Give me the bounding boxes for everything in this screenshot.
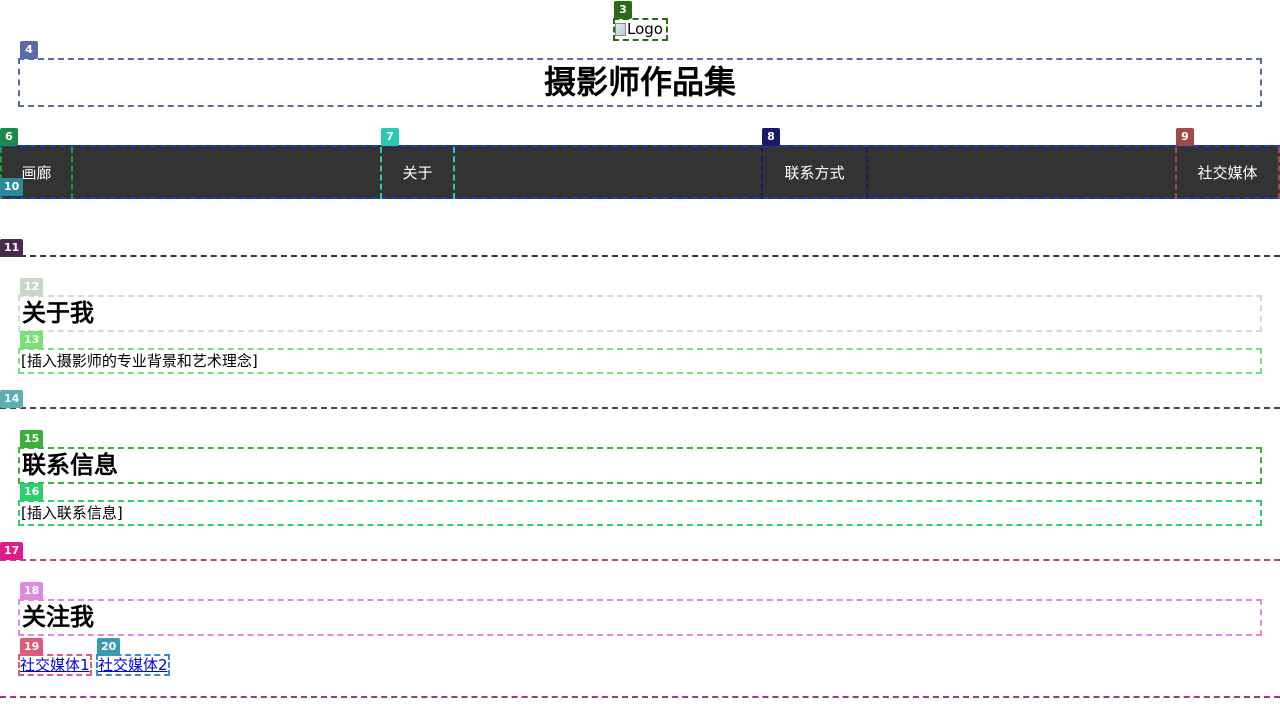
annotation-tag: 8 bbox=[762, 128, 780, 146]
annotation-tag: 12 bbox=[20, 278, 44, 296]
nav-item-social[interactable]: 社交媒体 bbox=[1175, 147, 1280, 199]
contact-heading: 联系信息 bbox=[18, 447, 1262, 484]
social-link-2[interactable]: 社交媒体2 bbox=[96, 654, 170, 676]
about-heading: 关于我 bbox=[18, 295, 1262, 332]
annotation-tag: 20 bbox=[97, 638, 121, 656]
main-nav: 画廊 关于 联系方式 社交媒体 bbox=[0, 145, 1280, 199]
annotation-tag: 4 bbox=[20, 41, 38, 59]
nav-item-about[interactable]: 关于 bbox=[380, 147, 455, 199]
contact-section-divider bbox=[0, 407, 1280, 409]
annotation-tag: 11 bbox=[0, 239, 24, 257]
annotation-tag: 16 bbox=[20, 483, 44, 501]
annotation-tag: 18 bbox=[20, 582, 44, 600]
annotation-tag: 10 bbox=[0, 178, 24, 196]
contact-text: [插入联系信息] bbox=[18, 500, 1262, 526]
annotation-tag: 19 bbox=[20, 638, 44, 656]
logo-image: Logo bbox=[613, 18, 668, 41]
broken-image-icon bbox=[615, 23, 626, 36]
annotation-tag: 7 bbox=[381, 128, 399, 146]
annotation-tag: 9 bbox=[1176, 128, 1194, 146]
about-section-divider bbox=[0, 255, 1280, 257]
page-bottom-divider bbox=[0, 696, 1280, 698]
annotation-tag: 14 bbox=[0, 390, 24, 408]
about-text: [插入摄影师的专业背景和艺术理念] bbox=[18, 348, 1262, 374]
nav-item-contact[interactable]: 联系方式 bbox=[761, 147, 868, 199]
page-title: 摄影师作品集 bbox=[18, 58, 1262, 107]
social-heading: 关注我 bbox=[18, 599, 1262, 636]
annotation-tag: 15 bbox=[20, 430, 44, 448]
social-link-1[interactable]: 社交媒体1 bbox=[18, 654, 92, 676]
social-section-divider bbox=[0, 559, 1280, 561]
annotation-tag: 6 bbox=[0, 128, 18, 146]
annotation-tag: 17 bbox=[0, 542, 24, 560]
logo-alt-text: Logo bbox=[627, 20, 663, 38]
annotation-tag: 3 bbox=[614, 1, 632, 19]
annotation-tag: 13 bbox=[20, 331, 44, 349]
